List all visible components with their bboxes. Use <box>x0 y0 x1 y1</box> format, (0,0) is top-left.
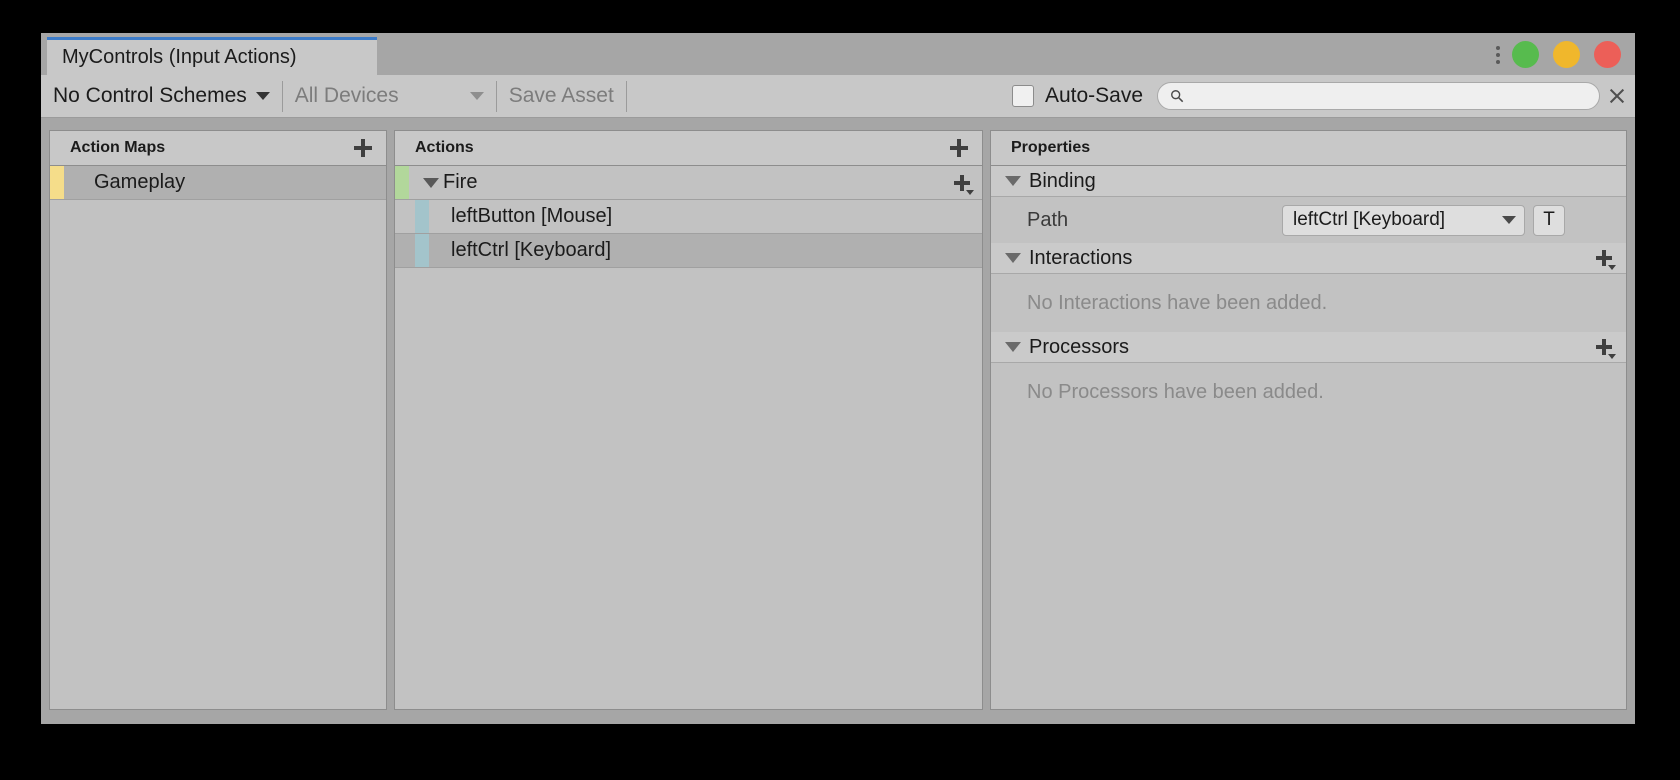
binding-color-bar <box>415 200 429 233</box>
dot <box>1496 46 1500 50</box>
control-schemes-dropdown[interactable]: No Control Schemes <box>41 75 282 118</box>
action-map-row-gameplay[interactable]: Gameplay <box>50 166 386 200</box>
toolbar: No Control Schemes All Devices Save Asse… <box>41 75 1635 118</box>
add-action-map-button[interactable] <box>352 137 374 159</box>
search-input[interactable] <box>1190 87 1574 105</box>
panel-title: Action Maps <box>70 139 166 156</box>
interactions-section-label: Interactions <box>1029 246 1133 269</box>
interactions-empty-text: No Interactions have been added. <box>1027 291 1328 314</box>
chevron-down-icon <box>966 190 974 195</box>
chevron-down-icon <box>255 92 270 100</box>
action-color-bar <box>395 166 409 199</box>
tab-mycontrols[interactable]: MyControls (Input Actions) <box>47 37 377 75</box>
save-asset-button[interactable]: Save Asset <box>497 75 626 118</box>
properties-header: Properties <box>991 131 1626 166</box>
add-binding-button[interactable] <box>952 173 974 195</box>
binding-row-leftctrl-keyboard[interactable]: leftCtrl [Keyboard] <box>395 234 982 268</box>
binding-row-leftbutton-mouse[interactable]: leftButton [Mouse] <box>395 200 982 234</box>
binding-color-bar <box>415 234 429 267</box>
panel-title: Actions <box>415 139 474 156</box>
devices-label: All Devices <box>294 84 399 107</box>
interactions-section-header[interactable]: Interactions <box>991 243 1626 274</box>
add-action-button[interactable] <box>948 137 970 159</box>
path-dropdown[interactable]: leftCtrl [Keyboard] <box>1282 204 1525 236</box>
auto-save-control[interactable]: Auto-Save <box>1011 84 1157 108</box>
chevron-down-icon <box>1502 216 1516 224</box>
dot <box>1496 53 1500 57</box>
control-schemes-label: No Control Schemes <box>53 84 247 107</box>
window-controls <box>1512 41 1621 68</box>
action-maps-header: Action Maps <box>50 131 386 166</box>
panel-title: Properties <box>1011 139 1091 156</box>
properties-panel: Properties Binding Path leftCtrl [Keyboa… <box>990 130 1627 710</box>
search-icon <box>1171 90 1184 103</box>
screen: MyControls (Input Actions) No Control Sc… <box>0 0 1680 780</box>
vertical-dots-icon[interactable] <box>1489 44 1507 66</box>
path-label: Path <box>1027 208 1069 231</box>
processors-section-label: Processors <box>1029 335 1130 358</box>
close-button[interactable] <box>1594 41 1621 68</box>
path-value: leftCtrl [Keyboard] <box>1293 209 1446 230</box>
input-actions-window: MyControls (Input Actions) No Control Sc… <box>41 33 1635 724</box>
binding-section-label: Binding <box>1029 169 1096 192</box>
toolbar-divider <box>625 80 627 112</box>
processors-section-header[interactable]: Processors <box>991 332 1626 363</box>
binding-section-header[interactable]: Binding <box>991 166 1626 197</box>
chevron-down-icon <box>1005 176 1021 186</box>
add-processor-button[interactable] <box>1594 337 1616 359</box>
action-maps-panel: Action Maps Gameplay <box>49 130 387 710</box>
action-row-fire[interactable]: Fire <box>395 166 982 200</box>
binding-label: leftButton [Mouse] <box>451 205 613 227</box>
save-asset-label: Save Asset <box>508 84 614 107</box>
chevron-down-icon[interactable] <box>423 177 439 188</box>
processors-empty-text: No Processors have been added. <box>1027 380 1324 403</box>
actions-header: Actions <box>395 131 982 166</box>
close-icon[interactable] <box>1607 86 1627 106</box>
search-control <box>1157 82 1635 110</box>
path-text-mode-label: T <box>1543 209 1555 230</box>
path-text-mode-button[interactable]: T <box>1533 204 1565 236</box>
auto-save-label: Auto-Save <box>1044 84 1143 107</box>
chevron-down-icon <box>1005 342 1021 352</box>
editor-body: Action Maps Gameplay Actions Fire leftBu… <box>41 118 1635 724</box>
chevron-down-icon <box>469 92 484 100</box>
auto-save-checkbox[interactable] <box>1011 85 1034 107</box>
actions-panel: Actions Fire leftButton [Mouse] leftCtrl… <box>394 130 983 710</box>
search-box[interactable] <box>1157 82 1600 110</box>
binding-path-row: Path leftCtrl [Keyboard] T <box>991 197 1626 243</box>
interactions-empty-state: No Interactions have been added. <box>991 274 1626 332</box>
chevron-down-icon <box>1608 265 1616 270</box>
window-title-bar: MyControls (Input Actions) <box>41 33 1635 75</box>
tab-label: MyControls (Input Actions) <box>62 46 297 68</box>
add-interaction-button[interactable] <box>1594 248 1616 270</box>
action-map-label: Gameplay <box>94 171 186 193</box>
minimize-button[interactable] <box>1553 41 1580 68</box>
chevron-down-icon <box>1608 354 1616 359</box>
maximize-button[interactable] <box>1512 41 1539 68</box>
processors-empty-state: No Processors have been added. <box>991 363 1626 421</box>
action-label: Fire <box>443 171 478 193</box>
action-map-color-bar <box>50 166 64 199</box>
chevron-down-icon <box>1005 253 1021 263</box>
devices-dropdown[interactable]: All Devices <box>283 75 496 118</box>
dot <box>1496 60 1500 64</box>
binding-label: leftCtrl [Keyboard] <box>451 239 612 261</box>
